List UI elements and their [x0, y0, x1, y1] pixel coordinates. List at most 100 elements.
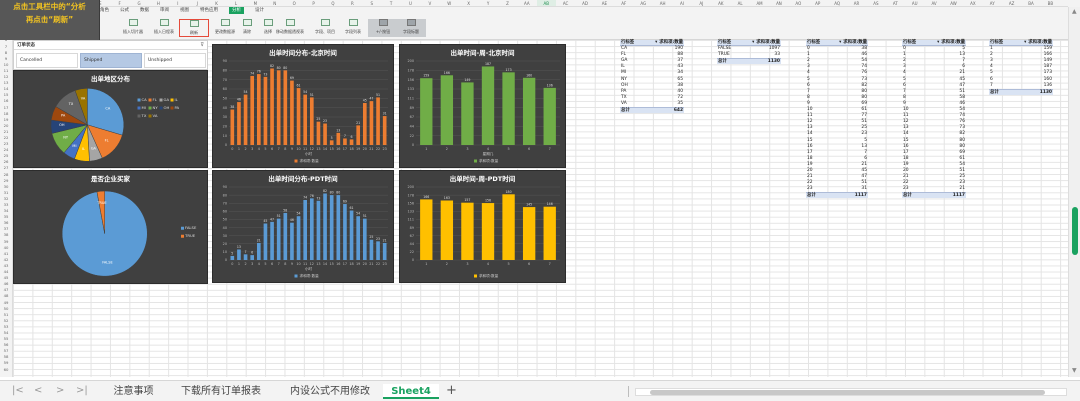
business-buyer-pie-chart[interactable]: 是否企业买家 FALSE TRUE FALSE TRUE — [13, 170, 208, 284]
column-header[interactable]: I — [168, 0, 187, 6]
column-header[interactable]: AD — [575, 0, 594, 6]
pivot-row-label-header[interactable]: 行标签 — [989, 40, 1024, 45]
column-header[interactable]: W — [440, 0, 459, 6]
bar[interactable] — [276, 70, 281, 145]
bar[interactable] — [522, 207, 536, 260]
bar[interactable] — [283, 212, 288, 260]
order-status-slicer[interactable]: 订单状态 ⊽ Cancelled Shipped Unshipped — [13, 40, 208, 70]
bar[interactable] — [309, 97, 314, 145]
bar[interactable] — [420, 199, 433, 260]
column-header[interactable]: AW — [944, 0, 963, 6]
column-header[interactable]: AB — [536, 0, 556, 6]
ribbon-tab[interactable]: 角色 — [100, 7, 109, 14]
pivot-row-label-header[interactable]: 行标签 — [620, 40, 655, 45]
bar[interactable] — [349, 139, 354, 145]
column-header[interactable]: G — [129, 0, 148, 6]
prev-sheet-icon[interactable]: < — [34, 385, 42, 396]
bar[interactable] — [263, 76, 268, 145]
bar[interactable] — [362, 218, 367, 260]
pivot-row-label-header[interactable]: 行标签 — [806, 40, 839, 45]
ribbon-button[interactable]: 字段列表 — [338, 19, 368, 37]
vertical-scroll-thumb[interactable] — [1072, 207, 1078, 255]
column-header[interactable]: AA — [517, 0, 536, 6]
bar[interactable] — [440, 75, 454, 145]
pivot-table[interactable]: 行标签 ▾ 求和项:数量 0 38 1 46 2 54 3 74 4 76 5 73 6 82 7 80 8 80 9 69… — [806, 40, 868, 199]
sheet-tab[interactable]: Sheet4 — [383, 384, 439, 399]
bar[interactable] — [349, 210, 354, 260]
ribbon-tab[interactable]: 数据 — [140, 7, 149, 14]
bar[interactable] — [283, 70, 288, 145]
last-sheet-icon[interactable]: >| — [76, 385, 88, 396]
ribbon-tab[interactable]: 视图 — [180, 7, 189, 14]
column-header[interactable]: Z — [498, 0, 517, 6]
filter-dropdown-icon[interactable]: ▾ — [1024, 40, 1026, 45]
bar[interactable] — [296, 216, 301, 260]
slicer-item[interactable]: Unshipped — [144, 53, 206, 68]
bar[interactable] — [440, 200, 454, 260]
column-header[interactable]: AC — [556, 0, 575, 6]
ribbon-tab[interactable]: 设计 — [255, 7, 264, 14]
ribbon-tab[interactable]: 特色应用 — [200, 7, 218, 14]
sheet-tab[interactable]: 下载所有订单报表 — [168, 384, 274, 399]
scroll-up-icon[interactable]: ▲ — [1072, 8, 1077, 15]
column-header[interactable]: AS — [866, 0, 885, 6]
bar[interactable] — [356, 216, 361, 260]
filter-dropdown-icon[interactable]: ▾ — [752, 40, 754, 45]
bar[interactable] — [303, 199, 308, 260]
column-header[interactable]: H — [149, 0, 168, 6]
column-header[interactable]: N — [265, 0, 284, 6]
column-header[interactable]: AJ — [692, 0, 711, 6]
bar[interactable] — [256, 74, 261, 145]
next-sheet-icon[interactable]: > — [56, 385, 64, 396]
scroll-down-icon[interactable]: ▼ — [1072, 367, 1077, 374]
ribbon-button[interactable]: 字段标题 — [396, 19, 426, 37]
column-header[interactable]: AL — [730, 0, 749, 6]
bar[interactable] — [369, 101, 374, 145]
column-header[interactable]: AI — [672, 0, 691, 6]
filter-dropdown-icon[interactable]: ▾ — [937, 40, 939, 45]
pivot-table[interactable]: 行标签 ▾ 求和项:数量 CA 190 FL 88 GA 37 IL 43 MI 34 NY 65 OH 38 P… — [620, 40, 684, 114]
bar[interactable] — [543, 206, 556, 260]
bar[interactable] — [420, 78, 433, 145]
ribbon-tab[interactable]: 审阅 — [160, 7, 169, 14]
bar[interactable] — [263, 223, 268, 261]
column-header[interactable]: P — [304, 0, 323, 6]
column-header[interactable]: AV — [924, 0, 943, 6]
column-header[interactable]: T — [381, 0, 400, 6]
filter-dropdown-icon[interactable]: ▾ — [655, 40, 657, 45]
column-header[interactable]: AX — [963, 0, 982, 6]
ribbon-button[interactable]: 插入日程表 — [149, 19, 179, 37]
bar[interactable] — [329, 195, 334, 260]
bar[interactable] — [502, 194, 515, 260]
column-header[interactable]: Q — [323, 0, 342, 6]
bar[interactable] — [382, 116, 387, 145]
ribbon-button[interactable]: +/-按钮 — [368, 19, 398, 37]
pivot-row[interactable]: VA 35 — [620, 101, 684, 107]
column-header[interactable]: J — [188, 0, 207, 6]
bar[interactable] — [382, 242, 387, 260]
column-header[interactable]: AM — [750, 0, 769, 6]
pivot-row[interactable]: 23 31 — [806, 186, 868, 192]
column-header[interactable]: AY — [983, 0, 1002, 6]
column-header[interactable]: AZ — [1002, 0, 1021, 6]
bar[interactable] — [316, 200, 321, 260]
bar[interactable] — [356, 125, 361, 145]
sheet-tab[interactable]: 注意事项 — [100, 384, 167, 399]
bar[interactable] — [481, 66, 495, 145]
filter-dropdown-icon[interactable]: ▾ — [839, 40, 841, 45]
column-header[interactable]: Y — [478, 0, 497, 6]
pivot-row[interactable]: 23 21 — [902, 186, 966, 192]
slicer-item[interactable]: Shipped — [80, 53, 142, 68]
column-header[interactable]: AT — [886, 0, 905, 6]
bar[interactable] — [336, 132, 341, 145]
column-header[interactable]: AH — [653, 0, 672, 6]
column-header[interactable]: AO — [789, 0, 808, 6]
pivot-row-label-header[interactable]: 行标签 — [902, 40, 937, 45]
bar[interactable] — [323, 123, 327, 145]
beijing-hour-bar-chart[interactable]: 出单时间分布-北京时间 0 10 20 30 40 50 60 70 80 90 38 0 46 1 54 2… — [212, 44, 394, 168]
column-header[interactable]: V — [420, 0, 439, 6]
first-sheet-icon[interactable]: |< — [12, 385, 24, 396]
bar[interactable] — [543, 87, 556, 145]
ribbon-tab[interactable]: 公式 — [120, 7, 129, 14]
bar[interactable] — [270, 221, 274, 260]
